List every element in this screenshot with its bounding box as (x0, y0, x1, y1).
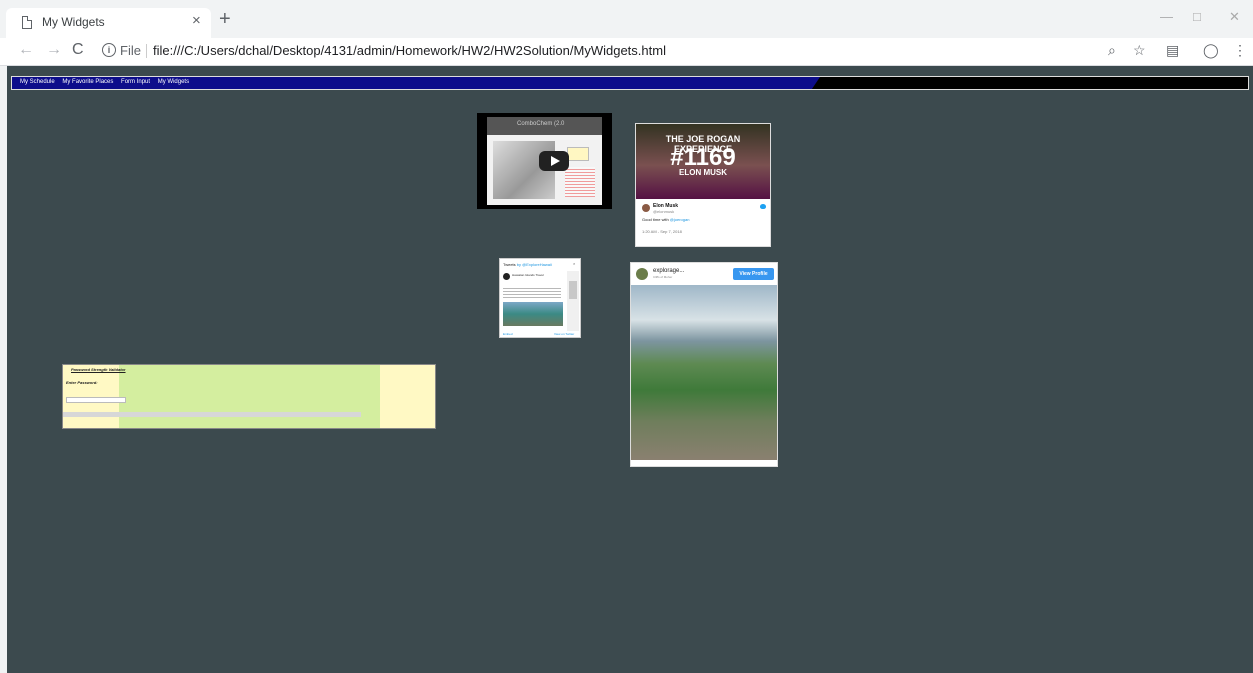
tweet-timestamp[interactable]: 1:20 AM - Sep 7, 2018 (642, 229, 682, 234)
password-input[interactable] (66, 397, 126, 403)
extension-icon[interactable]: ▤ (1166, 42, 1179, 59)
nav-link-my-widgets[interactable]: My Widgets (158, 79, 189, 85)
view-profile-button[interactable]: View Profile (733, 268, 774, 280)
timeline-close-icon[interactable]: × (573, 261, 575, 266)
password-strength-widget: Password Strength Validator Enter Passwo… (62, 364, 436, 429)
nav-bar: My Schedule My Favorite Places Form Inpu… (11, 76, 1249, 90)
profile-icon[interactable]: ◯ (1203, 42, 1219, 59)
thumbnail-inset (567, 147, 589, 161)
thumbnail-text (565, 167, 595, 197)
tweet-handle[interactable]: @elonmusk (653, 209, 674, 214)
maximize-icon[interactable]: □ (1193, 9, 1201, 24)
tweet-image[interactable]: THE JOE ROGAN EXPERIENCE #1169 ELON MUSK (636, 124, 770, 199)
address-separator (146, 44, 147, 58)
minimize-icon[interactable]: — (1160, 9, 1173, 24)
instagram-avatar[interactable] (636, 268, 648, 280)
scheme-label: File (120, 43, 141, 58)
timeline-tweet-text (503, 286, 561, 298)
tab-strip: My Widgets × + — □ ✕ (0, 0, 1253, 38)
video-title[interactable]: ComboChem (2.0 (517, 121, 564, 127)
video-thumbnail: ComboChem (2.0 Schrodinger Didn't Straig… (487, 117, 602, 205)
nav-link-form-input[interactable]: Form Input (121, 79, 150, 85)
instagram-location[interactable]: Cliffs of Moher (653, 275, 672, 279)
tweet-mention-link[interactable]: @joerogan (670, 217, 690, 222)
reload-icon[interactable]: C (72, 41, 84, 59)
password-widget-title: Password Strength Validator (71, 367, 126, 372)
nav-links: My Schedule My Favorite Places Form Inpu… (20, 79, 195, 85)
nav-link-favorite-places[interactable]: My Favorite Places (62, 79, 113, 85)
timeline-scrollbar[interactable] (567, 271, 579, 331)
address-bar[interactable]: file:///C:/Users/dchal/Desktop/4131/admi… (153, 43, 666, 58)
video-subtitle: Schrodinger Didn't Straight arise (511, 129, 555, 133)
timeline-header: Tweets by @ExploreHawaii (503, 262, 552, 267)
document-icon (22, 16, 32, 29)
forward-icon[interactable]: → (46, 41, 62, 59)
twitter-timeline[interactable]: Tweets by @ExploreHawaii × Hawaiian Isla… (499, 258, 581, 338)
nav-link-schedule[interactable]: My Schedule (20, 79, 55, 85)
password-label: Enter Password: (66, 380, 98, 385)
scrollbar-thumb[interactable] (569, 281, 577, 299)
menu-icon[interactable]: ⋮ (1233, 42, 1247, 59)
tweet-body: Good time with @joerogan (642, 217, 690, 222)
timeline-tweet-photo[interactable] (503, 302, 563, 326)
timeline-embed-link[interactable]: Embed (503, 332, 513, 336)
tab-title: My Widgets (42, 15, 105, 29)
zoom-icon[interactable]: ⌕ (1108, 42, 1116, 59)
info-icon[interactable]: i (102, 43, 116, 57)
timeline-avatar[interactable] (503, 273, 510, 280)
instagram-username[interactable]: explorage... (653, 268, 684, 274)
youtube-video-embed[interactable]: ComboChem (2.0 Schrodinger Didn't Straig… (477, 113, 612, 209)
embedded-tweet[interactable]: THE JOE ROGAN EXPERIENCE #1169 ELON MUSK… (635, 123, 771, 247)
instagram-photo[interactable] (631, 285, 777, 460)
tweet-image-name: ELON MUSK (679, 168, 727, 177)
browser-toolbar: ← → C i File file:///C:/Users/dchal/Desk… (0, 38, 1253, 66)
back-icon[interactable]: ← (18, 41, 34, 59)
twitter-bird-icon[interactable] (760, 204, 766, 209)
instagram-embed[interactable]: explorage... Cliffs of Moher View Profil… (630, 262, 778, 467)
window-close-icon[interactable]: ✕ (1229, 9, 1240, 25)
tab-my-widgets[interactable]: My Widgets × (6, 8, 211, 38)
browser-window: My Widgets × + — □ ✕ ← → C i File file:/… (0, 0, 1253, 673)
star-icon[interactable]: ☆ (1133, 42, 1146, 59)
page-content: My Schedule My Favorite Places Form Inpu… (7, 66, 1253, 673)
password-panel (119, 365, 380, 428)
new-tab-icon[interactable]: + (219, 8, 231, 31)
play-button-icon[interactable] (539, 151, 569, 171)
timeline-view-link[interactable]: View on Twitter (554, 332, 574, 336)
tweet-avatar[interactable] (642, 204, 650, 212)
video-header: ComboChem (2.0 Schrodinger Didn't Straig… (487, 117, 602, 135)
tab-close-icon[interactable]: × (192, 12, 201, 29)
timeline-account[interactable]: Hawaiian Islands Travel (512, 273, 544, 277)
password-strength-meter (63, 412, 361, 417)
